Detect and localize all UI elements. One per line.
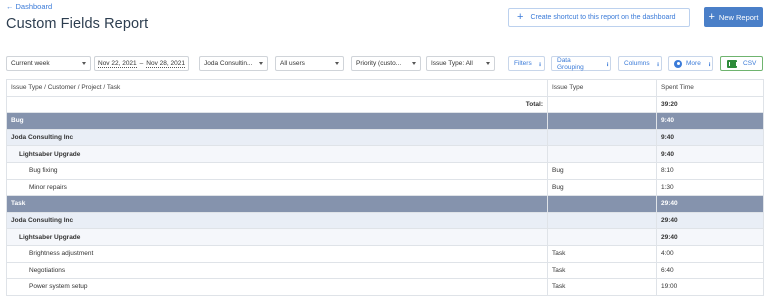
more-vertical-icon: ···: [603, 61, 610, 66]
caret-down-icon: [335, 62, 339, 65]
customer-value: Joda Consultin...: [204, 60, 253, 67]
task-name-cell: Joda Consulting Inc: [6, 128, 548, 147]
more-label: More: [686, 60, 701, 67]
period-value: Current week: [11, 60, 50, 67]
task-name-cell: Bug: [6, 112, 548, 130]
columns-button[interactable]: Columns ···: [618, 56, 662, 71]
task-name-cell: Lightsaber Upgrade: [6, 145, 548, 163]
users-select[interactable]: All users: [275, 56, 344, 71]
group-row-issue-type[interactable]: Bug 9:40: [6, 112, 764, 130]
issue-type-cell: [547, 228, 657, 246]
back-to-dashboard-link[interactable]: ← Dashboard: [6, 2, 52, 11]
task-name-cell: Task: [6, 195, 548, 213]
table-header-row: Issue Type / Customer / Project / Task I…: [6, 79, 764, 97]
task-name-cell: Bug fixing: [6, 161, 548, 180]
gear-icon: [674, 59, 682, 68]
date-from[interactable]: Nov 22, 2021: [98, 60, 137, 68]
issue-type-cell: Task: [547, 261, 657, 280]
spent-time-cell: 6:40: [656, 261, 764, 280]
filters-label: Filters: [514, 60, 532, 67]
date-separator: –: [139, 60, 144, 67]
new-report-label: New Report: [718, 12, 759, 22]
total-row: Total: 39:20: [6, 95, 764, 114]
date-to[interactable]: Nov 28, 2021: [146, 60, 185, 68]
spent-time-cell: 9:40: [656, 128, 764, 147]
issue-type-value: Issue Type: All: [431, 60, 473, 67]
task-name-cell: Lightsaber Upgrade: [6, 228, 548, 246]
column-header-issue-type[interactable]: Issue Type: [547, 79, 657, 97]
issue-type-select[interactable]: Issue Type: All: [426, 56, 495, 71]
task-name-cell: Negotiations: [6, 261, 548, 280]
caret-down-icon: [486, 62, 490, 65]
page-title: Custom Fields Report: [6, 16, 149, 32]
table-row: Bug fixing Bug 8:10: [6, 161, 764, 180]
column-header-spent-time[interactable]: Spent Time: [656, 79, 764, 97]
priority-select[interactable]: Priority (custo...: [351, 56, 421, 71]
column-header-task[interactable]: Issue Type / Customer / Project / Task: [6, 79, 548, 97]
new-report-button[interactable]: + New Report: [704, 7, 763, 27]
create-shortcut-label: Create shortcut to this report on the da…: [530, 14, 676, 21]
issue-type-cell: [547, 112, 657, 130]
caret-down-icon: [82, 62, 86, 65]
table-row: Brightness adjustment Task 4:00: [6, 244, 764, 263]
issue-type-cell: Bug: [547, 178, 657, 197]
caret-down-icon: [412, 62, 416, 65]
spent-time-cell: 8:10: [656, 161, 764, 180]
plus-icon: +: [517, 11, 524, 23]
total-value: 39:20: [656, 95, 764, 114]
customer-select[interactable]: Joda Consultin...: [199, 56, 268, 71]
plus-icon: +: [708, 10, 715, 23]
spent-time-cell: 19:00: [656, 278, 764, 296]
issue-type-cell: [547, 195, 657, 213]
csv-label: CSV: [743, 60, 757, 67]
issue-type-cell: [547, 145, 657, 163]
issue-type-cell: Bug: [547, 161, 657, 180]
filters-button[interactable]: Filters ···: [508, 56, 545, 71]
spent-time-cell: 9:40: [656, 112, 764, 130]
columns-label: Columns: [624, 60, 650, 67]
csv-export-button[interactable]: CSV: [720, 56, 763, 71]
spent-time-cell: 29:40: [656, 195, 764, 213]
arrow-left-icon: ←: [6, 2, 14, 11]
more-vertical-icon: ···: [653, 61, 661, 66]
more-button[interactable]: More ···: [668, 56, 713, 71]
spent-time-cell: 29:40: [656, 211, 764, 230]
task-name-cell: Power system setup: [6, 278, 548, 296]
table-row: Minor repairs Bug 1:30: [6, 178, 764, 197]
spent-time-cell: 1:30: [656, 178, 764, 197]
task-name-cell: Joda Consulting Inc: [6, 211, 548, 230]
total-label: Total:: [6, 95, 548, 114]
issue-type-cell: Task: [547, 244, 657, 263]
issue-type-cell: [547, 128, 657, 147]
caret-down-icon: [259, 62, 263, 65]
task-name-cell: Minor repairs: [6, 178, 548, 197]
group-row-customer[interactable]: Joda Consulting Inc 29:40: [6, 211, 764, 230]
issue-type-cell: [547, 211, 657, 230]
date-range-picker[interactable]: Nov 22, 2021 – Nov 28, 2021: [94, 56, 189, 71]
table-row: Negotiations Task 6:40: [6, 261, 764, 280]
total-empty-cell: [547, 95, 657, 114]
back-link-label: Dashboard: [15, 2, 53, 11]
spent-time-cell: 29:40: [656, 228, 764, 246]
spent-time-cell: 4:00: [656, 244, 764, 263]
group-row-project[interactable]: Lightsaber Upgrade 29:40: [6, 228, 764, 246]
spent-time-cell: 9:40: [656, 145, 764, 163]
report-table: Issue Type / Customer / Project / Task I…: [6, 79, 764, 296]
more-vertical-icon: ···: [704, 61, 712, 66]
users-value: All users: [280, 60, 305, 67]
task-name-cell: Brightness adjustment: [6, 244, 548, 263]
spreadsheet-icon: [727, 59, 737, 68]
group-row-project[interactable]: Lightsaber Upgrade 9:40: [6, 145, 764, 163]
group-row-issue-type[interactable]: Task 29:40: [6, 195, 764, 213]
data-grouping-button[interactable]: Data Grouping ···: [551, 56, 611, 71]
group-row-customer[interactable]: Joda Consulting Inc 9:40: [6, 128, 764, 147]
more-vertical-icon: ···: [535, 61, 543, 66]
table-row: Power system setup Task 19:00: [6, 278, 764, 296]
data-grouping-label: Data Grouping: [557, 56, 584, 71]
priority-value: Priority (custo...: [356, 60, 402, 67]
period-select[interactable]: Current week: [6, 56, 91, 71]
create-shortcut-button[interactable]: + Create shortcut to this report on the …: [508, 8, 690, 27]
issue-type-cell: Task: [547, 278, 657, 296]
